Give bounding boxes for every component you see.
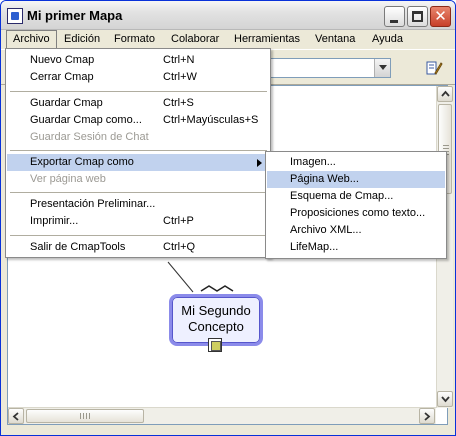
combo-dropdown-button[interactable] [374, 59, 390, 77]
menu-item-label: Guardar Cmap como... [30, 114, 142, 126]
scroll-right-button[interactable] [419, 408, 435, 424]
archivo-dropdown-menu: Nuevo Cmap Ctrl+N Cerrar Cmap Ctrl+W Gua… [5, 48, 271, 258]
concept-text-line1: Mi Segundo [181, 303, 251, 318]
scroll-left-button[interactable] [8, 408, 24, 424]
app-window: Mi primer Mapa ✕ Archivo Edición Formato… [0, 0, 456, 436]
menu-bar: Archivo Edición Formato Colaborar Herram… [1, 30, 455, 49]
minimize-icon [390, 20, 398, 23]
submenu-item-archivo-xml[interactable]: Archivo XML... [267, 222, 445, 239]
close-icon: ✕ [434, 8, 447, 25]
menu-item-label: Cerrar Cmap [30, 71, 94, 83]
maximize-icon [412, 11, 423, 22]
menu-item-label: Ver página web [30, 173, 106, 185]
menu-item-guardar-cmap-como[interactable]: Guardar Cmap como... Ctrl+Mayúsculas+S [7, 112, 269, 129]
menu-separator [10, 235, 267, 236]
maximize-button[interactable] [407, 6, 428, 27]
horizontal-scrollbar[interactable] [8, 407, 436, 424]
menu-item-label: Presentación Preliminar... [30, 198, 156, 210]
menu-item-label: Guardar Sesión de Chat [30, 131, 149, 143]
chevron-up-icon [441, 90, 450, 97]
menu-separator [10, 192, 267, 193]
menu-colaborar[interactable]: Colaborar [165, 30, 225, 49]
scroll-down-button[interactable] [437, 391, 453, 407]
resource-icon[interactable] [208, 338, 222, 352]
menu-archivo[interactable]: Archivo [6, 30, 57, 49]
close-button[interactable]: ✕ [430, 6, 451, 27]
menu-item-label: Guardar Cmap [30, 97, 103, 109]
menu-item-label: Imprimir... [30, 215, 79, 227]
horizontal-scroll-thumb[interactable] [26, 409, 144, 423]
minimize-button[interactable] [384, 6, 405, 27]
dropdown-arrow-icon [379, 65, 387, 70]
submenu-item-label: Imagen... [290, 156, 336, 168]
menu-item-shortcut: Ctrl+Q [163, 241, 196, 253]
chevron-left-icon [12, 412, 19, 421]
submenu-item-lifemap[interactable]: LifeMap... [267, 239, 445, 256]
submenu-item-label: Archivo XML... [290, 224, 362, 236]
submenu-item-label: Esquema de Cmap... [290, 190, 394, 202]
menu-item-exportar-cmap-como[interactable]: Exportar Cmap como [7, 154, 269, 171]
window-title: Mi primer Mapa [27, 8, 123, 23]
chevron-down-icon [441, 396, 450, 403]
menu-item-shortcut: Ctrl+Mayúsculas+S [163, 114, 259, 126]
menu-item-label: Exportar Cmap como [30, 156, 134, 168]
submenu-arrow-icon [257, 159, 262, 167]
menu-item-cerrar-cmap[interactable]: Cerrar Cmap Ctrl+W [7, 69, 269, 86]
style-combo[interactable] [267, 58, 391, 78]
chevron-right-icon [424, 412, 431, 421]
menu-item-label: Salir de CmapTools [30, 241, 126, 253]
scroll-up-button[interactable] [437, 86, 453, 102]
submenu-item-proposiciones-texto[interactable]: Proposiciones como texto... [267, 205, 445, 222]
menu-item-guardar-cmap[interactable]: Guardar Cmap Ctrl+S [7, 95, 269, 112]
menu-item-label: Nuevo Cmap [30, 54, 95, 66]
menu-item-imprimir[interactable]: Imprimir... Ctrl+P [7, 213, 269, 230]
menu-item-shortcut: Ctrl+W [163, 71, 197, 83]
submenu-item-imagen[interactable]: Imagen... [267, 154, 445, 171]
concept-text-line2: Concepto [188, 319, 244, 334]
menu-item-salir[interactable]: Salir de CmapTools Ctrl+Q [7, 239, 269, 256]
submenu-item-label: Página Web... [290, 173, 359, 185]
title-bar[interactable]: Mi primer Mapa ✕ [1, 1, 455, 30]
menu-herramientas[interactable]: Herramientas [228, 30, 306, 49]
menu-item-shortcut: Ctrl+P [163, 215, 194, 227]
menu-edicion[interactable]: Edición [58, 30, 106, 49]
menu-item-shortcut: Ctrl+N [163, 54, 195, 66]
menu-item-nuevo-cmap[interactable]: Nuevo Cmap Ctrl+N [7, 52, 269, 69]
menu-separator [10, 150, 267, 151]
exportar-submenu: Imagen... Página Web... Esquema de Cmap.… [265, 151, 447, 259]
menu-ventana[interactable]: Ventana [309, 30, 361, 49]
submenu-item-pagina-web[interactable]: Página Web... [267, 171, 445, 188]
menu-item-guardar-sesion-chat: Guardar Sesión de Chat [7, 129, 269, 146]
menu-item-presentacion-preliminar[interactable]: Presentación Preliminar... [7, 196, 269, 213]
submenu-item-label: Proposiciones como texto... [290, 207, 426, 219]
submenu-item-label: LifeMap... [290, 241, 339, 253]
app-icon[interactable] [7, 8, 23, 24]
styles-palette-icon[interactable] [425, 59, 443, 77]
menu-separator [10, 91, 267, 92]
menu-item-shortcut: Ctrl+S [163, 97, 194, 109]
menu-item-ver-pagina-web: Ver página web [7, 171, 269, 188]
menu-formato[interactable]: Formato [108, 30, 161, 49]
submenu-item-esquema-cmap[interactable]: Esquema de Cmap... [267, 188, 445, 205]
menu-ayuda[interactable]: Ayuda [366, 30, 409, 49]
